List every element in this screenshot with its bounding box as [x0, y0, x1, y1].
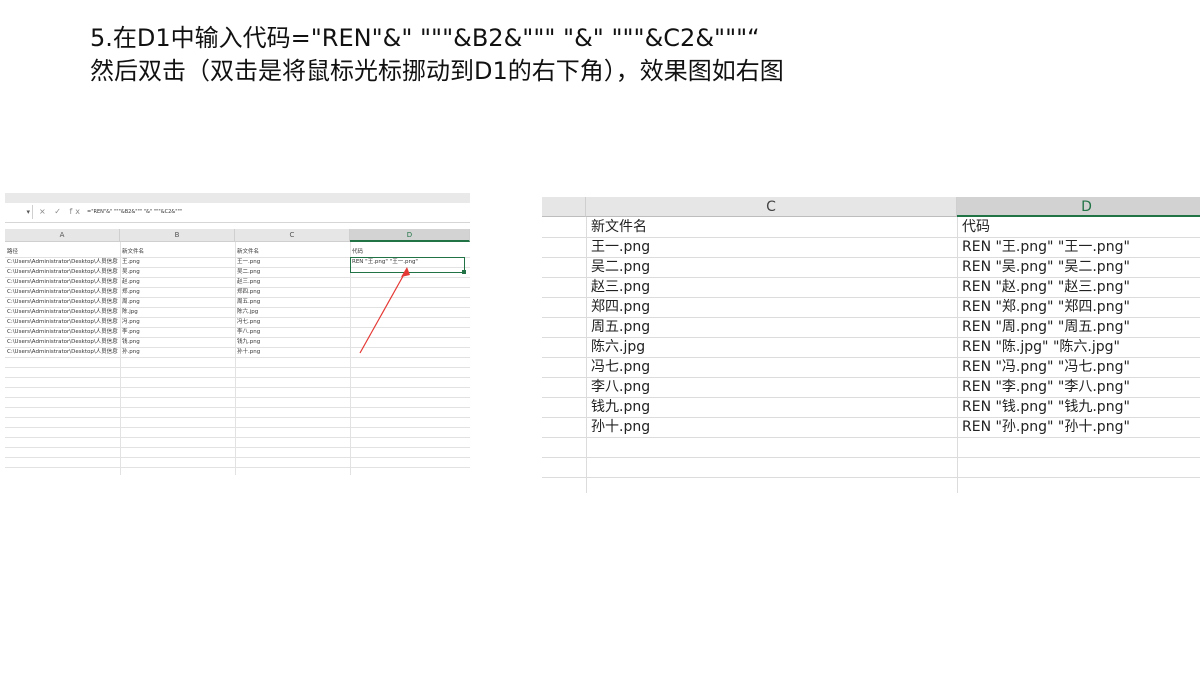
table-cell[interactable]: 吴.png	[122, 267, 233, 277]
table-cell[interactable]: 冯七.png	[237, 317, 348, 327]
table-cell[interactable]: 周.png	[122, 297, 233, 307]
table-cell[interactable]: C:\Users\Administrator\Desktop\人员信息\赵.pn…	[7, 277, 118, 287]
table-cell[interactable]: C:\Users\Administrator\Desktop\人员信息\王.pn…	[7, 257, 118, 267]
table-cell[interactable]: 钱九.png	[591, 397, 650, 417]
table-cell[interactable]: 钱.png	[122, 337, 233, 347]
table-cell[interactable]: 赵三.png	[591, 277, 650, 297]
table-cell[interactable]: REN "王.png" "王一.png"	[962, 237, 1130, 257]
grid-line-h	[5, 387, 470, 388]
table-cell[interactable]: 陈六.jpg	[591, 337, 645, 357]
table-cell[interactable]: REN "吴.png" "吴二.png"	[962, 257, 1130, 277]
grid-line-h	[5, 467, 470, 468]
table-cell[interactable]: REN "李.png" "李八.png"	[962, 377, 1130, 397]
annotation-arrow-line	[359, 268, 408, 354]
table-cell[interactable]: 王.png	[122, 257, 233, 267]
table-cell[interactable]: REN "周.png" "周五.png"	[962, 317, 1130, 337]
selected-cell-d2[interactable]	[350, 257, 465, 273]
table-cell[interactable]: 陈六.jpg	[237, 307, 348, 317]
grid-line-h	[5, 437, 470, 438]
table-cell[interactable]: 王一.png	[591, 237, 650, 257]
column-header-b[interactable]: B	[120, 229, 235, 242]
table-cell[interactable]: 吴二.png	[591, 257, 650, 277]
table-cell[interactable]: REN "冯.png" "冯七.png"	[962, 357, 1130, 377]
table-cell[interactable]: 吴二.png	[237, 267, 348, 277]
table-cell[interactable]: C:\Users\Administrator\Desktop\人员信息\郑.pn…	[7, 287, 118, 297]
instruction-line-1: 5.在D1中输入代码="REN"&" """&B2&""" "&" """&C2…	[90, 24, 760, 52]
column-header-d[interactable]: D	[350, 229, 470, 242]
grid-line-h	[5, 377, 470, 378]
table-cell[interactable]: REN "钱.png" "钱九.png"	[962, 397, 1130, 417]
table-cell[interactable]: 赵三.png	[237, 277, 348, 287]
grid-line-v	[957, 217, 958, 493]
left-spreadsheet: ▾ × ✓ fx ="REN"&" """&B2&""" "&" """&C2&…	[5, 193, 470, 475]
table-cell[interactable]: C:\Users\Administrator\Desktop\人员信息\钱.pn…	[7, 337, 118, 347]
row-header-column	[542, 217, 587, 493]
header-cell-d[interactable]: 代码	[352, 247, 468, 257]
table-cell[interactable]: 赵.png	[122, 277, 233, 287]
table-cell[interactable]: 陈.jpg	[122, 307, 233, 317]
grid-line-h	[5, 457, 470, 458]
table-cell[interactable]: C:\Users\Administrator\Desktop\人员信息\李.pn…	[7, 327, 118, 337]
table-cell[interactable]: REN "赵.png" "赵三.png"	[962, 277, 1130, 297]
table-cell[interactable]: C:\Users\Administrator\Desktop\人员信息\冯.pn…	[7, 317, 118, 327]
instruction-line-2: 然后双击（双击是将鼠标光标挪动到D1的右下角），效果图如右图	[90, 57, 784, 85]
grid-line-v	[586, 217, 587, 493]
column-header-c[interactable]: C	[235, 229, 350, 242]
table-cell[interactable]: 王一.png	[237, 257, 348, 267]
header-cell-b[interactable]: 新文件名	[122, 247, 233, 257]
instruction-heading: 5.在D1中输入代码="REN"&" """&B2&""" "&" """&C2…	[90, 22, 1170, 88]
table-cell[interactable]: 孙.png	[122, 347, 233, 357]
table-cell[interactable]: 李八.png	[591, 377, 650, 397]
table-cell[interactable]: 冯七.png	[591, 357, 650, 377]
grid-line-h	[542, 437, 1200, 438]
header-cell-a[interactable]: 路径	[7, 247, 118, 257]
table-cell[interactable]: C:\Users\Administrator\Desktop\人员信息\孙.pn…	[7, 347, 118, 357]
column-header-d[interactable]: D	[957, 197, 1200, 217]
grid-line-h	[542, 477, 1200, 478]
name-box[interactable]: ▾	[5, 205, 33, 219]
table-cell[interactable]: REN "郑.png" "郑四.png"	[962, 297, 1130, 317]
table-cell[interactable]: 李八.png	[237, 327, 348, 337]
table-cell[interactable]: 郑四.png	[591, 297, 650, 317]
table-cell[interactable]: 孙十.png	[591, 417, 650, 437]
table-cell[interactable]: 周五.png	[591, 317, 650, 337]
grid-line-h	[5, 397, 470, 398]
table-cell[interactable]: 郑.png	[122, 287, 233, 297]
table-cell[interactable]: 冯.png	[122, 317, 233, 327]
table-cell[interactable]: C:\Users\Administrator\Desktop\人员信息\陈.jp…	[7, 307, 118, 317]
grid-line-h	[5, 407, 470, 408]
column-header-a[interactable]: A	[5, 229, 120, 242]
table-cell[interactable]: 周五.png	[237, 297, 348, 307]
header-cell-c[interactable]: 新文件名	[237, 247, 348, 257]
table-cell[interactable]: 郑四.png	[237, 287, 348, 297]
table-cell[interactable]: C:\Users\Administrator\Desktop\人员信息\吴.pn…	[7, 267, 118, 277]
grid-line-h	[5, 447, 470, 448]
grid-line-h	[5, 417, 470, 418]
table-cell[interactable]: 李.png	[122, 327, 233, 337]
table-cell[interactable]: 孙十.png	[237, 347, 348, 357]
grid-line-h	[5, 357, 470, 358]
table-cell[interactable]: REN "孙.png" "孙十.png"	[962, 417, 1130, 437]
table-cell[interactable]: REN "陈.jpg" "陈六.jpg"	[962, 337, 1120, 357]
table-cell[interactable]: C:\Users\Administrator\Desktop\人员信息\周.pn…	[7, 297, 118, 307]
header-cell-d[interactable]: 代码	[962, 217, 990, 237]
grid-line-h	[542, 457, 1200, 458]
result-spreadsheet: C D 新文件名 代码王一.png REN "王.png" "王一.png" 吴二.png…	[542, 183, 1200, 493]
fill-handle[interactable]	[462, 270, 466, 274]
grid-line-h	[5, 427, 470, 428]
select-all-corner[interactable]	[542, 197, 586, 217]
header-cell-c[interactable]: 新文件名	[591, 217, 647, 237]
formula-bar: ▾ × ✓ fx ="REN"&" """&B2&""" "&" """&C2&…	[5, 203, 470, 223]
table-cell[interactable]: 钱九.png	[237, 337, 348, 347]
grid-line-h	[5, 367, 470, 368]
formula-icons[interactable]: × ✓ fx	[39, 205, 83, 219]
column-header-c[interactable]: C	[586, 197, 957, 217]
formula-input[interactable]: ="REN"&" """&B2&""" "&" """&C2&"""	[87, 205, 182, 219]
